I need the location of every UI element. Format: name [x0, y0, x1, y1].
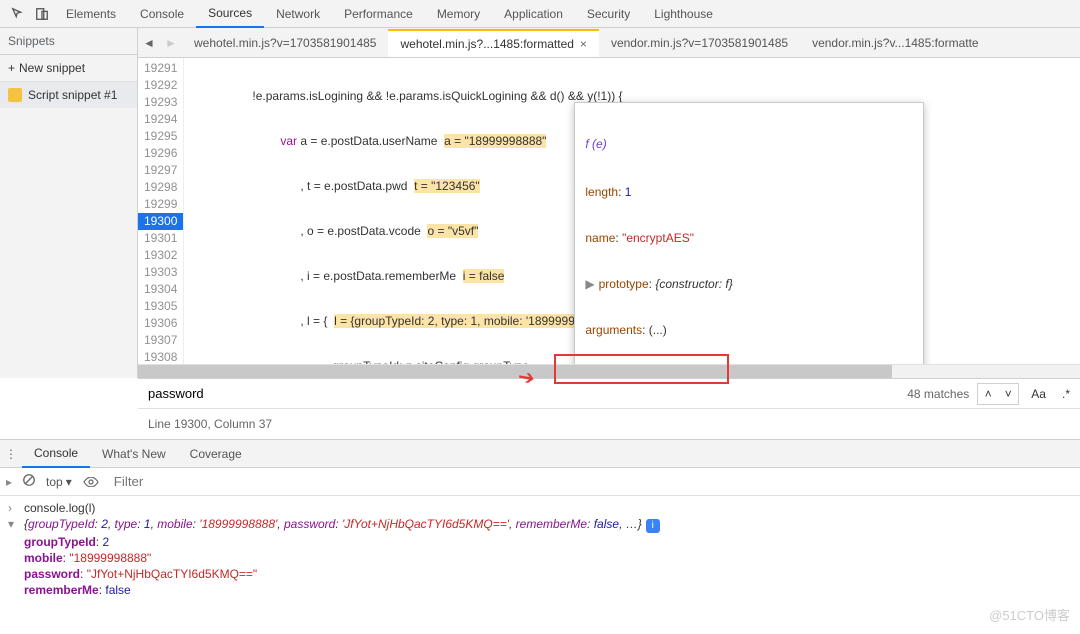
console-output: › console.log(l) ▾ {groupTypeId: 2, type: …: [0, 496, 1080, 602]
search-next-icon[interactable]: ˅: [998, 384, 1018, 404]
annotation-redbox: [554, 354, 729, 384]
file-tab-bar: ◄ ► wehotel.min.js?v=1703581901485 wehot…: [138, 28, 1080, 58]
file-tab[interactable]: vendor.min.js?v...1485:formatte: [800, 30, 991, 56]
drawer-tab-bar: ⋮ Console What's New Coverage: [0, 440, 1080, 468]
tab-sources[interactable]: Sources: [196, 0, 264, 28]
tab-security[interactable]: Security: [575, 1, 642, 27]
file-tab-active[interactable]: wehotel.min.js?...1485:formatted ×: [388, 29, 598, 57]
snippet-icon: [8, 88, 22, 102]
info-badge-icon[interactable]: i: [646, 519, 660, 533]
search-prev-icon[interactable]: ˄: [978, 384, 998, 404]
chevron-down-icon: ▾: [66, 475, 72, 489]
device-mode-icon[interactable]: [30, 2, 54, 26]
watermark: @51CTO博客: [989, 605, 1070, 624]
file-tab[interactable]: wehotel.min.js?v=1703581901485: [182, 30, 388, 56]
object-tooltip: f (e) length: 1 name: "encryptAES" ▶prot…: [574, 102, 924, 364]
snippet-item[interactable]: Script snippet #1: [0, 82, 137, 108]
tab-network[interactable]: Network: [264, 1, 332, 27]
file-tab-label: wehotel.min.js?...1485:formatted: [400, 37, 573, 51]
snippets-panel: Snippets + New snippet Script snippet #1: [0, 28, 138, 378]
live-expression-icon[interactable]: [82, 473, 100, 491]
inspect-icon[interactable]: [6, 2, 30, 26]
match-case-toggle[interactable]: Aa: [1027, 385, 1050, 403]
close-icon[interactable]: ×: [580, 37, 587, 51]
new-snippet-button[interactable]: + New snippet: [0, 55, 137, 82]
nav-fwd-icon[interactable]: ►: [160, 36, 182, 50]
console-object-preview[interactable]: {groupTypeId: 2, type: 1, mobile: '18999…: [24, 517, 1072, 533]
console-input-echo: console.log(l): [24, 501, 1072, 515]
source-view: !e.params.isLogining && !e.params.isQuic…: [184, 58, 1080, 364]
snippet-item-label: Script snippet #1: [28, 88, 117, 102]
line-gutter: 1929119292192931929419295192961929719298…: [138, 58, 184, 364]
snippets-header: Snippets: [0, 28, 137, 55]
drawer-tab-coverage[interactable]: Coverage: [178, 441, 254, 467]
tab-elements[interactable]: Elements: [54, 1, 128, 27]
plus-icon: +: [8, 61, 15, 75]
bottom-drawer: ⋮ Console What's New Coverage ▸ top▾ › co…: [0, 439, 1080, 602]
tab-console[interactable]: Console: [128, 1, 196, 27]
tab-memory[interactable]: Memory: [425, 1, 492, 27]
drawer-tab-whatsnew[interactable]: What's New: [90, 441, 178, 467]
expand-icon[interactable]: ▾: [8, 517, 20, 531]
search-nav: ˄ ˅: [977, 383, 1019, 405]
tab-application[interactable]: Application: [492, 1, 575, 27]
file-tab[interactable]: vendor.min.js?v=1703581901485: [599, 30, 800, 56]
tab-performance[interactable]: Performance: [332, 1, 425, 27]
devtools-tab-bar: Elements Console Sources Network Perform…: [0, 0, 1080, 28]
code-editor[interactable]: 1929119292192931929419295192961929719298…: [138, 58, 1080, 364]
new-snippet-label: New snippet: [19, 61, 85, 75]
regex-toggle[interactable]: .*: [1058, 385, 1074, 403]
context-selector[interactable]: top▾: [46, 475, 72, 489]
drawer-menu-icon[interactable]: ⋮: [0, 447, 22, 461]
chevron-right-icon: ›: [8, 501, 20, 515]
clear-console-icon[interactable]: [22, 473, 36, 490]
filter-input[interactable]: [110, 470, 1074, 493]
status-bar: Line 19300, Column 37: [138, 408, 1080, 439]
collapse-icon[interactable]: ▸: [6, 475, 12, 489]
drawer-tab-console[interactable]: Console: [22, 440, 90, 468]
editor-area: ◄ ► wehotel.min.js?v=1703581901485 wehot…: [138, 28, 1080, 378]
match-count: 48 matches: [907, 387, 969, 401]
tooltip-title: f (e): [575, 131, 923, 155]
tab-lighthouse[interactable]: Lighthouse: [642, 1, 725, 27]
console-toolbar: ▸ top▾: [0, 468, 1080, 496]
nav-back-icon[interactable]: ◄: [138, 36, 160, 50]
